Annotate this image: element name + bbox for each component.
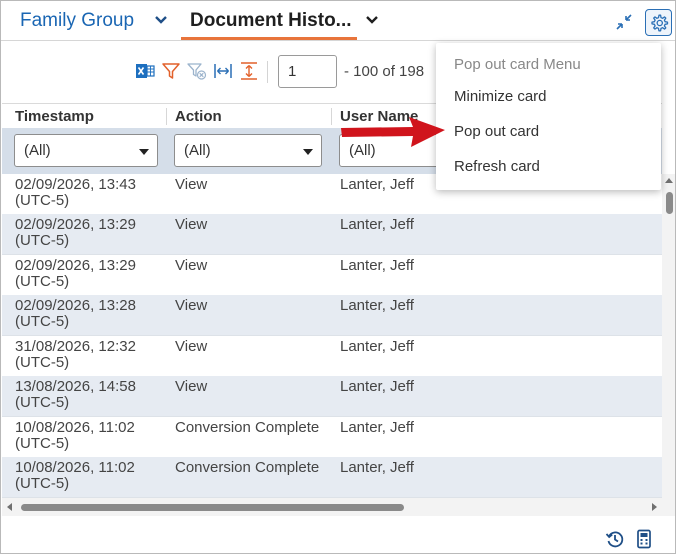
fit-height-icon: [241, 62, 257, 80]
document-history-card: Family Group Document Histo... 1 - 100 o…: [0, 0, 676, 554]
timestamp-cell: 02/09/2026, 13:29 (UTC-5): [15, 257, 136, 290]
action-cell: Conversion Complete: [175, 459, 320, 476]
filter-button[interactable]: [161, 61, 181, 81]
vertical-scroll-thumb[interactable]: [666, 192, 673, 214]
action-cell: View: [175, 338, 208, 355]
page-range-text: - 100 of 198: [344, 63, 425, 80]
column-header-action[interactable]: Action: [175, 108, 222, 125]
gear-icon: [650, 14, 668, 31]
clear-filter-icon: [187, 63, 207, 80]
action-cell: View: [175, 378, 208, 395]
action-cell: View: [175, 216, 208, 233]
user-name-cell: Lanter, Jeff: [340, 419, 414, 436]
action-cell: Conversion Complete: [175, 419, 320, 436]
menu-item-pop-out-card[interactable]: Pop out card: [436, 115, 661, 149]
user-name-cell: Lanter, Jeff: [340, 459, 414, 476]
filter-icon: [162, 63, 180, 79]
tab-document-history[interactable]: Document Histo...: [190, 1, 352, 41]
settings-button[interactable]: [645, 9, 672, 36]
toolbar-divider: [267, 61, 268, 83]
calculator-icon: [637, 529, 651, 549]
caret-down-icon: [303, 149, 313, 155]
timestamp-cell: 10/08/2026, 11:02 (UTC-5): [15, 459, 135, 492]
user-name-cell: Lanter, Jeff: [340, 297, 414, 314]
timestamp-cell: 02/09/2026, 13:29 (UTC-5): [15, 216, 136, 249]
timestamp-cell: 02/09/2026, 13:43 (UTC-5): [15, 176, 136, 209]
tab-label: Document Histo...: [190, 10, 352, 31]
grid-body: 02/09/2026, 13:43 (UTC-5) View Lanter, J…: [2, 174, 662, 498]
timestamp-filter-select[interactable]: (All): [14, 134, 158, 167]
history-button[interactable]: [604, 528, 626, 550]
history-icon: [605, 531, 624, 548]
table-row[interactable]: 02/09/2026, 13:28 (UTC-5) View Lanter, J…: [2, 295, 662, 336]
vertical-scrollbar[interactable]: [662, 174, 675, 498]
card-settings-menu: Pop out card Menu Minimize card Pop out …: [436, 43, 661, 190]
caret-down-icon: [139, 149, 149, 155]
active-tab-indicator: [181, 37, 357, 40]
column-divider[interactable]: [166, 108, 167, 125]
annotation-arrow-icon: [341, 117, 445, 147]
fit-width-icon: [214, 64, 232, 78]
collapse-button[interactable]: [612, 10, 636, 34]
menu-item-minimize-card[interactable]: Minimize card: [436, 80, 661, 114]
chevron-down-icon[interactable]: [153, 12, 169, 28]
user-name-cell: Lanter, Jeff: [340, 216, 414, 233]
collapse-icon: [616, 14, 632, 30]
tab-label: Family Group: [20, 10, 135, 31]
tab-family-group[interactable]: Family Group: [20, 1, 134, 41]
table-row[interactable]: 13/08/2026, 14:58 (UTC-5) View Lanter, J…: [2, 376, 662, 417]
page-number-input[interactable]: [278, 55, 337, 88]
column-header-timestamp[interactable]: Timestamp: [15, 108, 94, 125]
calculator-button[interactable]: [633, 528, 655, 550]
scroll-right-arrow-icon[interactable]: [652, 503, 657, 511]
select-value: (All): [24, 142, 51, 159]
timestamp-cell: 13/08/2026, 14:58 (UTC-5): [15, 378, 136, 411]
timestamp-cell: 02/09/2026, 13:28 (UTC-5): [15, 297, 136, 330]
table-row[interactable]: 02/09/2026, 13:29 (UTC-5) View Lanter, J…: [2, 255, 662, 296]
user-name-cell: Lanter, Jeff: [340, 176, 414, 193]
chevron-down-icon[interactable]: [364, 12, 380, 28]
action-cell: View: [175, 257, 208, 274]
table-row[interactable]: 02/09/2026, 13:29 (UTC-5) View Lanter, J…: [2, 214, 662, 255]
horizontal-scrollbar[interactable]: [2, 498, 675, 516]
table-row[interactable]: 31/08/2026, 12:32 (UTC-5) View Lanter, J…: [2, 336, 662, 377]
fit-width-button[interactable]: [213, 61, 233, 81]
menu-item-label: Refresh card: [454, 158, 540, 175]
scroll-up-arrow-icon[interactable]: [665, 178, 673, 183]
menu-item-label: Minimize card: [454, 88, 547, 105]
fit-height-button[interactable]: [239, 61, 259, 81]
timestamp-cell: 10/08/2026, 11:02 (UTC-5): [15, 419, 135, 452]
action-cell: View: [175, 297, 208, 314]
menu-title: Pop out card Menu: [454, 56, 581, 73]
user-name-cell: Lanter, Jeff: [340, 378, 414, 395]
action-filter-select[interactable]: (All): [174, 134, 322, 167]
user-name-cell: Lanter, Jeff: [340, 257, 414, 274]
export-excel-button[interactable]: [135, 61, 155, 81]
menu-item-label: Pop out card: [454, 123, 540, 140]
card-tab-bar: Family Group Document Histo...: [1, 1, 675, 41]
clear-filter-button[interactable]: [187, 61, 207, 81]
action-cell: View: [175, 176, 208, 193]
excel-export-icon: [136, 64, 155, 78]
menu-item-refresh-card[interactable]: Refresh card: [436, 150, 661, 184]
table-row[interactable]: 10/08/2026, 11:02 (UTC-5) Conversion Com…: [2, 457, 662, 498]
horizontal-scroll-thumb[interactable]: [21, 504, 404, 511]
select-value: (All): [184, 142, 211, 159]
scroll-left-arrow-icon[interactable]: [7, 503, 12, 511]
table-row[interactable]: 10/08/2026, 11:02 (UTC-5) Conversion Com…: [2, 417, 662, 458]
timestamp-cell: 31/08/2026, 12:32 (UTC-5): [15, 338, 136, 371]
user-name-cell: Lanter, Jeff: [340, 338, 414, 355]
column-divider[interactable]: [331, 108, 332, 125]
